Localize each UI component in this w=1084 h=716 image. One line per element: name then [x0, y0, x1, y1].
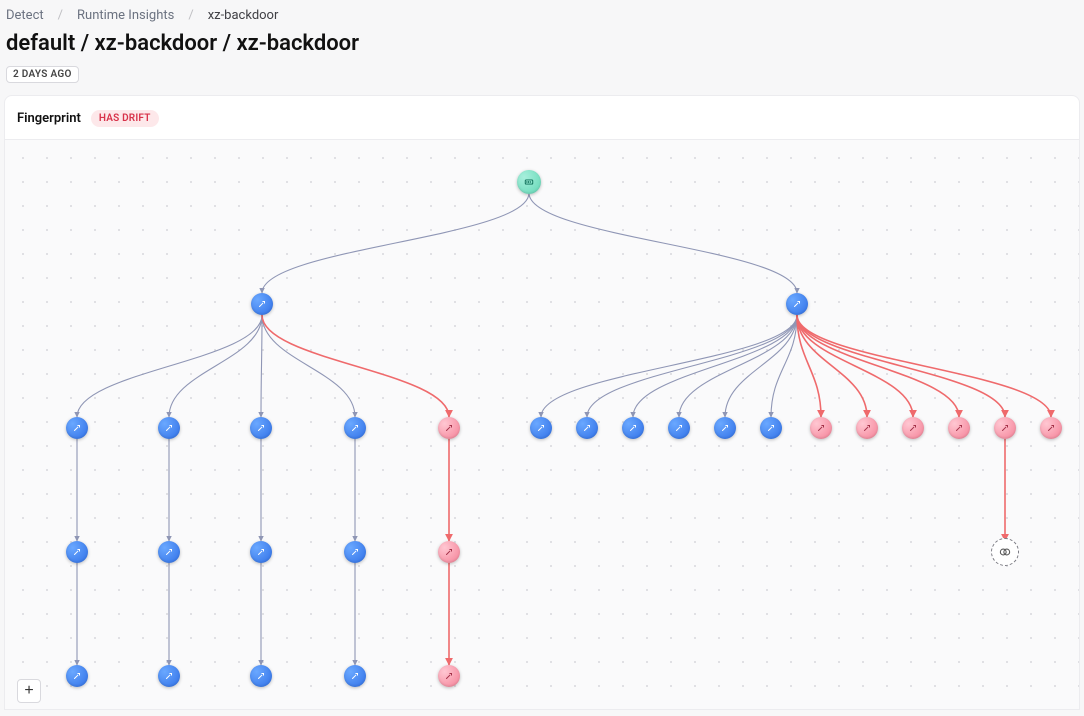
graph-process-node[interactable]	[158, 417, 180, 439]
graph-edge	[633, 315, 797, 417]
graph-edge	[797, 315, 959, 417]
graph-drift-node[interactable]	[438, 541, 460, 563]
breadcrumb-current: xz-backdoor	[208, 8, 279, 23]
graph-drift-node[interactable]	[948, 417, 970, 439]
graph-edge	[261, 315, 262, 417]
graph-edge	[587, 315, 797, 417]
graph-edge	[797, 315, 1005, 417]
graph-process-node[interactable]	[250, 665, 272, 687]
graph-edge	[679, 315, 797, 417]
graph-edge	[541, 315, 797, 417]
graph-drift-node[interactable]	[1040, 417, 1062, 439]
age-badge: 2 DAYS AGO	[6, 66, 79, 83]
graph-edge	[797, 315, 913, 417]
graph-drift-node[interactable]	[438, 665, 460, 687]
graph-process-node[interactable]	[250, 417, 272, 439]
graph-process-node[interactable]	[714, 417, 736, 439]
graph-process-node[interactable]	[760, 417, 782, 439]
graph-process-node[interactable]	[622, 417, 644, 439]
graph-detail-node[interactable]	[991, 538, 1019, 566]
graph-canvas[interactable]: +	[4, 140, 1080, 710]
graph-process-node[interactable]	[344, 417, 366, 439]
breadcrumb-runtime-insights[interactable]: Runtime Insights	[77, 8, 174, 23]
graph-root-node[interactable]	[517, 170, 541, 194]
graph-drift-node[interactable]	[438, 417, 460, 439]
graph-edge	[262, 193, 529, 293]
page-title: default / xz-backdoor / xz-backdoor	[6, 29, 1078, 62]
graph-process-node[interactable]	[250, 541, 272, 563]
breadcrumb-sep-icon: /	[188, 8, 193, 23]
graph-process-node[interactable]	[66, 417, 88, 439]
graph-process-node[interactable]	[786, 293, 808, 315]
graph-process-node[interactable]	[576, 417, 598, 439]
graph-process-node[interactable]	[668, 417, 690, 439]
graph-process-node[interactable]	[66, 665, 88, 687]
graph-edge	[725, 315, 797, 417]
graph-edge	[771, 315, 797, 417]
graph-drift-node[interactable]	[994, 417, 1016, 439]
graph-edge	[797, 315, 821, 417]
graph-process-node[interactable]	[344, 541, 366, 563]
graph-drift-node[interactable]	[856, 417, 878, 439]
graph-drift-node[interactable]	[810, 417, 832, 439]
graph-process-node[interactable]	[66, 541, 88, 563]
graph-process-node[interactable]	[251, 293, 273, 315]
breadcrumb-detect[interactable]: Detect	[6, 8, 44, 23]
graph-edge	[77, 315, 262, 417]
graph-edge	[262, 315, 355, 417]
tab-fingerprint[interactable]: Fingerprint	[17, 111, 81, 126]
graph-edge	[169, 315, 262, 417]
graph-edge	[529, 193, 797, 293]
breadcrumb: Detect / Runtime Insights / xz-backdoor	[6, 6, 1078, 29]
graph-process-node[interactable]	[158, 541, 180, 563]
tab-bar: Fingerprint HAS DRIFT	[4, 95, 1080, 140]
graph-edge	[262, 315, 449, 417]
drift-badge: HAS DRIFT	[91, 110, 159, 127]
zoom-in-button[interactable]: +	[17, 679, 41, 703]
graph-process-node[interactable]	[530, 417, 552, 439]
graph-edge	[797, 315, 867, 417]
graph-edge	[797, 315, 1051, 417]
graph-drift-node[interactable]	[902, 417, 924, 439]
graph-process-node[interactable]	[158, 665, 180, 687]
graph-process-node[interactable]	[344, 665, 366, 687]
breadcrumb-sep-icon: /	[58, 8, 63, 23]
